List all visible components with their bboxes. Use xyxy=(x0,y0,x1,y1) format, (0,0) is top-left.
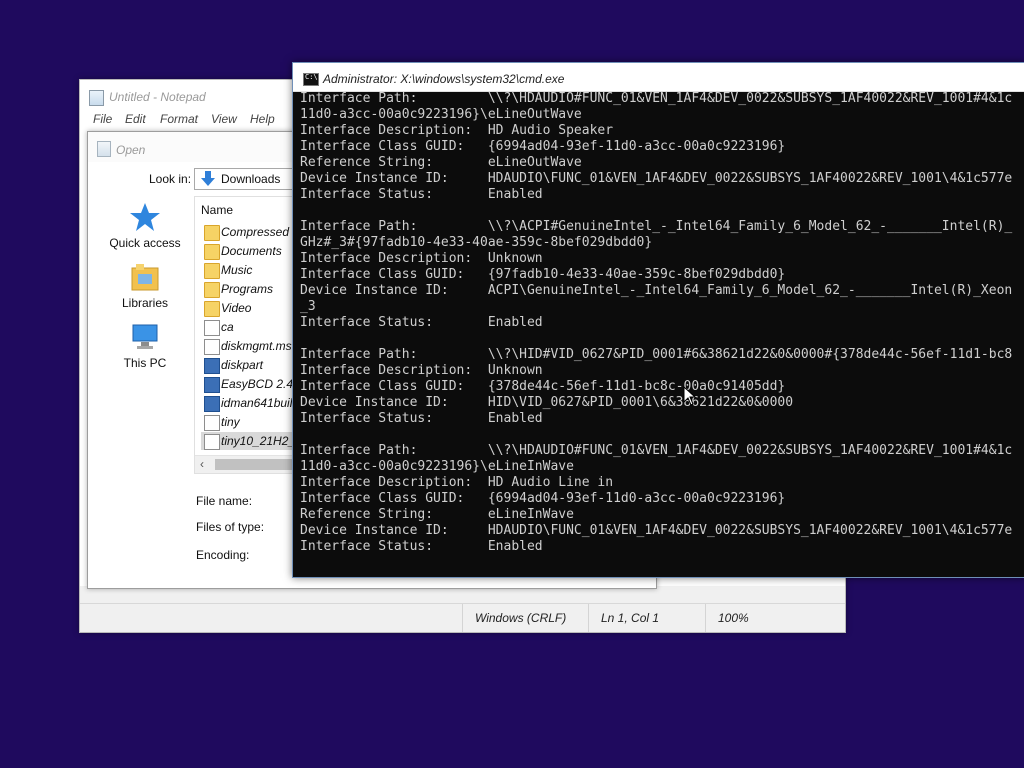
folder-icon xyxy=(204,263,220,279)
console-icon xyxy=(303,73,319,86)
place-this-pc[interactable]: This PC xyxy=(102,322,188,370)
file-name-label: File name: xyxy=(196,494,253,508)
console-line: Interface Description: Unknown xyxy=(300,363,543,378)
notepad-statusbar: Windows (CRLF) Ln 1, Col 1 100% xyxy=(80,603,845,632)
star-icon xyxy=(130,203,160,231)
console-line: Interface Status: Enabled xyxy=(300,411,543,426)
column-header-name[interactable]: Name xyxy=(201,203,233,217)
place-label: This PC xyxy=(123,356,167,370)
console-line: Interface Class GUID: {97fadb10-4e33-40a… xyxy=(300,267,786,282)
document-icon xyxy=(204,434,220,450)
application-icon xyxy=(204,377,220,393)
place-label: Quick access xyxy=(109,236,181,250)
menu-help[interactable]: Help xyxy=(250,112,275,126)
console-line: Interface Description: HD Audio Speaker xyxy=(300,123,614,138)
console-line: _3 xyxy=(300,299,316,314)
console-line: Device Instance ID: ACPI\GenuineIntel_-_… xyxy=(300,283,1013,298)
cmd-titlebar[interactable]: Administrator: X:\windows\system32\cmd.e… xyxy=(293,63,1024,92)
console-line: 11d0-a3cc-00a0c9223196}\eLineOutWave xyxy=(300,107,582,122)
menu-file[interactable]: File xyxy=(93,112,112,126)
console-line: Interface Status: Enabled xyxy=(300,315,543,330)
folder-icon xyxy=(204,244,220,260)
menu-format[interactable]: Format xyxy=(160,112,198,126)
menu-view[interactable]: View xyxy=(211,112,237,126)
console-line: Device Instance ID: HDAUDIO\FUNC_01&VEN_… xyxy=(300,523,1013,538)
console-line: 11d0-a3cc-00a0c9223196}\eLineInWave xyxy=(300,459,574,474)
console-output[interactable]: Interface Path: \\?\HDAUDIO#FUNC_01&VEN_… xyxy=(300,91,1024,577)
folder-icon xyxy=(204,225,220,241)
console-line: Interface Path: \\?\HDAUDIO#FUNC_01&VEN_… xyxy=(300,91,1013,106)
console-line: Interface Path: \\?\ACPI#GenuineIntel_-_… xyxy=(300,219,1013,234)
cmd-title: Administrator: X:\windows\system32\cmd.e… xyxy=(323,72,565,86)
notepad-title: Untitled - Notepad xyxy=(109,90,206,104)
console-line: Device Instance ID: HDAUDIO\FUNC_01&VEN_… xyxy=(300,171,1013,186)
scroll-left-arrow-icon[interactable]: ‹ xyxy=(200,457,204,471)
console-line: Interface Status: Enabled xyxy=(300,539,543,554)
console-line: Interface Class GUID: {378de44c-56ef-11d… xyxy=(300,379,786,394)
places-bar: Quick access Libraries This PC xyxy=(102,196,188,436)
folder-icon xyxy=(204,301,220,317)
console-line: Interface Description: HD Audio Line in xyxy=(300,475,614,490)
console-line: Device Instance ID: HID\VID_0627&PID_000… xyxy=(300,395,794,410)
dialog-icon xyxy=(97,141,111,157)
libraries-icon xyxy=(131,264,159,291)
computer-icon xyxy=(132,324,158,349)
menu-edit[interactable]: Edit xyxy=(125,112,146,126)
console-line: Interface Path: \\?\HDAUDIO#FUNC_01&VEN_… xyxy=(300,443,1013,458)
console-line: Interface Path: \\?\HID#VID_0627&PID_000… xyxy=(300,347,1013,362)
place-libraries[interactable]: Libraries xyxy=(102,262,188,310)
console-line: Interface Description: Unknown xyxy=(300,251,543,266)
look-in-value: Downloads xyxy=(221,172,281,186)
place-label: Libraries xyxy=(121,296,169,310)
notepad-icon xyxy=(89,90,104,106)
console-line: Interface Status: Enabled xyxy=(300,187,543,202)
status-zoom: 100% xyxy=(705,604,838,632)
document-icon xyxy=(204,415,220,431)
download-arrow-icon xyxy=(201,171,215,186)
console-line: Reference String: eLineInWave xyxy=(300,507,574,522)
place-quick-access[interactable]: Quick access xyxy=(102,202,188,250)
application-icon xyxy=(204,396,220,412)
console-line: Interface Class GUID: {6994ad04-93ef-11d… xyxy=(300,491,786,506)
application-icon xyxy=(204,358,220,374)
status-position: Ln 1, Col 1 xyxy=(588,604,707,632)
console-line: Reference String: eLineOutWave xyxy=(300,155,582,170)
mouse-cursor-icon xyxy=(683,386,697,406)
document-icon xyxy=(204,320,220,336)
document-icon xyxy=(204,339,220,355)
open-dialog-title: Open xyxy=(116,143,146,157)
look-in-label: Look in: xyxy=(149,172,192,186)
folder-icon xyxy=(204,282,220,298)
cmd-window[interactable]: Administrator: X:\windows\system32\cmd.e… xyxy=(292,62,1024,578)
encoding-label: Encoding: xyxy=(196,548,250,562)
status-line-ending: Windows (CRLF) xyxy=(462,604,587,632)
console-line: GHz#_3#{97fadb10-4e33-40ae-359c-8bef029d… xyxy=(300,235,653,250)
files-of-type-label: Files of type: xyxy=(196,520,265,534)
console-line: Interface Class GUID: {6994ad04-93ef-11d… xyxy=(300,139,786,154)
